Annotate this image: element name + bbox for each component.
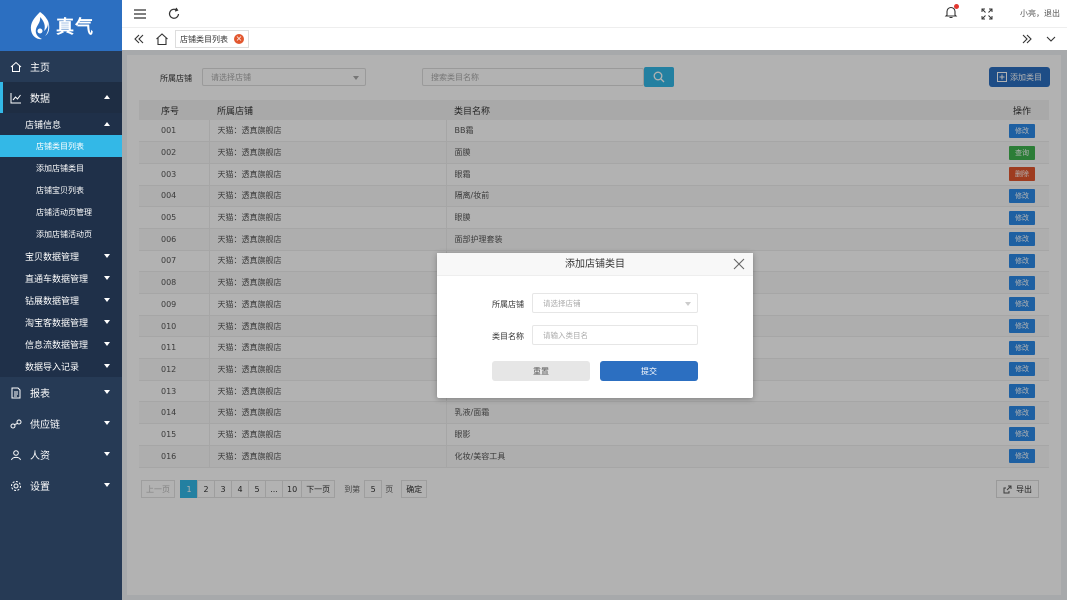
chevron-down-icon xyxy=(104,364,110,368)
brand-logo[interactable]: 真气 xyxy=(0,0,122,51)
sidebar-sub-label: 钻展数据管理 xyxy=(25,296,80,307)
chevron-up-icon xyxy=(104,122,110,126)
chevron-down-icon xyxy=(104,390,110,394)
sidebar-item-data[interactable]: 数据 xyxy=(0,82,122,113)
chevron-up-icon xyxy=(104,95,110,99)
sidebar-item-report[interactable]: 报表 xyxy=(0,377,122,408)
logout-link[interactable]: 退出 xyxy=(1044,9,1060,18)
tabs-scroll-left-icon[interactable] xyxy=(133,33,145,45)
sidebar-item-label: 数据 xyxy=(30,94,50,105)
reset-button[interactable]: 重置 xyxy=(492,361,590,381)
chevron-down-icon xyxy=(104,483,110,487)
sidebar-sub-store-info[interactable]: 店铺信息 xyxy=(0,113,122,135)
sidebar-leaf-add-store-activity[interactable]: 添加店铺活动页 xyxy=(0,223,122,245)
sidebar-sub-item-data[interactable]: 宝贝数据管理 xyxy=(0,245,122,267)
tab-label: 店铺类目列表 xyxy=(180,34,228,44)
close-tab-icon[interactable]: × xyxy=(234,34,244,44)
sidebar-sub-label: 淘宝客数据管理 xyxy=(25,318,89,329)
sidebar-sub-ztc-data[interactable]: 直通车数据管理 xyxy=(0,267,122,289)
chevron-down-icon xyxy=(104,320,110,324)
chevron-down-icon xyxy=(104,254,110,258)
sidebar-leaf-store-item-list[interactable]: 店铺宝贝列表 xyxy=(0,179,122,201)
sidebar-sub-feed-data[interactable]: 信息流数据管理 xyxy=(0,333,122,355)
sidebar-sub-label: 信息流数据管理 xyxy=(25,340,89,351)
sidebar-item-label: 主页 xyxy=(30,63,50,74)
sidebar-sub-label: 宝贝数据管理 xyxy=(25,252,80,263)
chart-line-icon xyxy=(10,92,21,103)
dropdown-arrow-icon xyxy=(685,302,691,306)
menu-toggle-icon[interactable] xyxy=(133,7,147,21)
chevron-down-icon[interactable] xyxy=(1045,33,1057,45)
submit-button[interactable]: 提交 xyxy=(600,361,698,381)
sidebar-sub-label: 数据导入记录 xyxy=(25,362,80,373)
user-name: 小亮 xyxy=(1020,9,1036,18)
dialog-name-placeholder: 请输入类目名 xyxy=(543,330,588,340)
people-icon xyxy=(11,449,21,460)
close-icon[interactable] xyxy=(733,258,745,270)
sidebar-item-label: 设置 xyxy=(30,482,50,493)
sidebar-item-label: 供应链 xyxy=(30,420,60,431)
sidebar-item-hr[interactable]: 人资 xyxy=(0,439,122,470)
chevron-down-icon xyxy=(104,421,110,425)
sidebar-sub-label: 店铺信息 xyxy=(25,120,62,131)
home-tab-icon[interactable] xyxy=(155,32,169,46)
gear-icon xyxy=(11,480,21,491)
tabs-bar: 店铺类目列表 × xyxy=(122,27,1067,50)
sidebar-leaf-add-store-category[interactable]: 添加店铺类目 xyxy=(0,157,122,179)
sidebar: 真气 主页 数据 店铺信息 店铺类目列表 添加店铺类目 店铺宝贝列表 店铺活动页… xyxy=(0,0,122,600)
sidebar-item-settings[interactable]: 设置 xyxy=(0,470,122,501)
tabs-scroll-right-icon[interactable] xyxy=(1021,33,1033,45)
home-icon xyxy=(10,61,22,72)
dialog-title: 添加店铺类目 xyxy=(565,259,625,270)
chevron-down-icon xyxy=(104,298,110,302)
chevron-down-icon xyxy=(104,452,110,456)
sidebar-sub-label: 直通车数据管理 xyxy=(25,274,89,285)
notification-dot xyxy=(954,4,959,9)
add-category-dialog: 添加店铺类目 所属店铺 请选择店铺 类目名称 请输入类目名 重置 提交 xyxy=(437,253,753,398)
user-menu[interactable]: 小亮，退出 xyxy=(1020,8,1060,19)
user-separator: ， xyxy=(1036,9,1044,18)
supply-chain-icon xyxy=(10,419,22,428)
dialog-store-placeholder: 请选择店铺 xyxy=(543,298,581,308)
report-icon xyxy=(11,387,21,398)
dialog-name-input[interactable]: 请输入类目名 xyxy=(532,325,698,345)
dialog-store-label: 所属店铺 xyxy=(492,300,524,309)
chevron-down-icon xyxy=(104,342,110,346)
notification-bell[interactable] xyxy=(944,4,959,22)
sidebar-leaf-store-activity-manage[interactable]: 店铺活动页管理 xyxy=(0,201,122,223)
dialog-store-select[interactable]: 请选择店铺 xyxy=(532,293,698,313)
chevron-down-icon xyxy=(104,276,110,280)
top-bar: 小亮，退出 xyxy=(122,0,1067,27)
sidebar-leaf-store-category-list[interactable]: 店铺类目列表 xyxy=(0,135,122,157)
tab-store-category-list[interactable]: 店铺类目列表 × xyxy=(175,30,249,48)
sidebar-sub-taobaoke-data[interactable]: 淘宝客数据管理 xyxy=(0,311,122,333)
sidebar-item-label: 报表 xyxy=(30,389,50,400)
brand-name: 真气 xyxy=(56,16,94,38)
sidebar-item-label: 人资 xyxy=(30,451,50,462)
dialog-name-label: 类目名称 xyxy=(492,332,524,341)
sidebar-sub-import-records[interactable]: 数据导入记录 xyxy=(0,355,122,377)
refresh-icon[interactable] xyxy=(167,7,181,21)
flame-logo-icon xyxy=(30,11,50,39)
sidebar-item-home[interactable]: 主页 xyxy=(0,51,122,82)
sidebar-item-supply-chain[interactable]: 供应链 xyxy=(0,408,122,439)
dialog-header: 添加店铺类目 xyxy=(437,253,753,276)
fullscreen-icon[interactable] xyxy=(980,7,994,21)
sidebar-sub-zuanzhan-data[interactable]: 钻展数据管理 xyxy=(0,289,122,311)
